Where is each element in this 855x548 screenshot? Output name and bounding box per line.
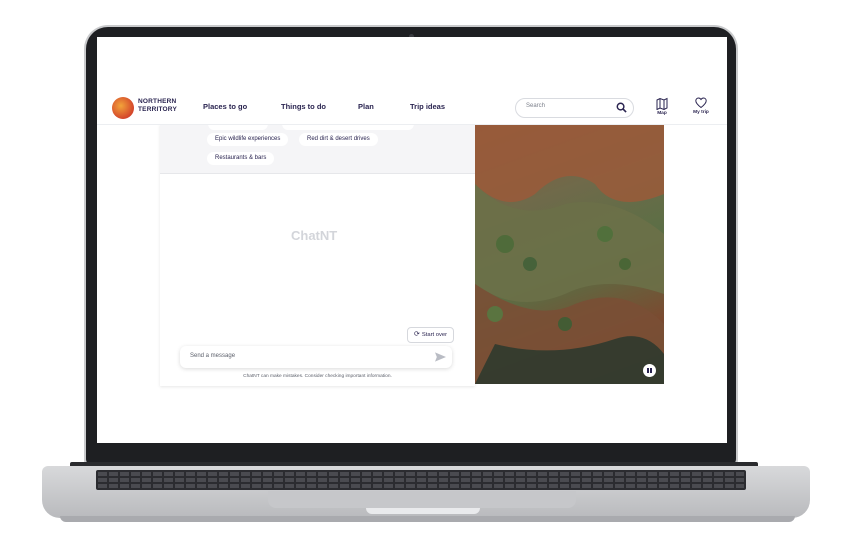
nav-plan[interactable]: Plan	[358, 102, 374, 111]
key-row	[98, 472, 744, 476]
laptop-base-edge	[60, 516, 795, 522]
chat-panel: Epic wildlife experiences Red dirt & des…	[160, 124, 475, 384]
chip-wildlife[interactable]: Epic wildlife experiences	[207, 133, 289, 146]
start-over-button[interactable]: ⟳ Start over	[407, 327, 455, 343]
logo-line2: TERRITORY	[138, 106, 177, 113]
key-row	[98, 484, 744, 488]
search-icon[interactable]	[616, 102, 627, 113]
trackpad	[268, 491, 576, 508]
nav-things-to-do[interactable]: Things to do	[281, 102, 326, 111]
chip-restaurants[interactable]: Restaurants & bars	[207, 152, 275, 165]
search-placeholder: Search	[526, 103, 546, 109]
send-icon[interactable]	[435, 352, 446, 362]
mytrip-button[interactable]: My trip	[689, 97, 713, 115]
heart-icon	[695, 97, 707, 109]
laptop-screen: Epic wildlife experiences Red dirt & des…	[97, 37, 727, 443]
map-button[interactable]: Map	[650, 97, 674, 116]
keyboard	[96, 470, 746, 490]
map-icon	[656, 97, 668, 110]
logo-line1: NORTHERN	[138, 98, 177, 105]
top-navbar: NORTHERN TERRITORY Places to go Things t…	[97, 91, 727, 125]
nav-places-to-go[interactable]: Places to go	[203, 102, 247, 111]
gorge-photo	[475, 124, 664, 384]
gorge-photo-art	[475, 124, 664, 384]
start-over-label: Start over	[421, 332, 448, 338]
refresh-icon: ⟳	[414, 331, 420, 338]
nav-trip-ideas[interactable]: Trip ideas	[410, 102, 445, 111]
chip-desert-drives[interactable]: Red dirt & desert drives	[299, 133, 378, 146]
chat-disclaimer: ChatNT can make mistakes. Consider check…	[243, 374, 392, 379]
chat-title: ChatNT	[291, 228, 338, 243]
brand-logo[interactable]: NORTHERN TERRITORY	[104, 95, 177, 121]
mytrip-label: My trip	[693, 110, 709, 115]
logo-mark	[112, 97, 134, 119]
lid-notch	[366, 508, 480, 514]
search-input[interactable]: Search	[515, 98, 634, 118]
suggestion-chips: Epic wildlife experiences Red dirt & des…	[160, 124, 475, 174]
message-placeholder: Send a message	[190, 353, 236, 359]
logo-text: NORTHERN TERRITORY	[138, 98, 178, 114]
pause-icon[interactable]	[643, 364, 656, 377]
message-input[interactable]: Send a message	[180, 346, 452, 368]
map-label: Map	[657, 111, 667, 116]
key-row	[98, 478, 744, 482]
